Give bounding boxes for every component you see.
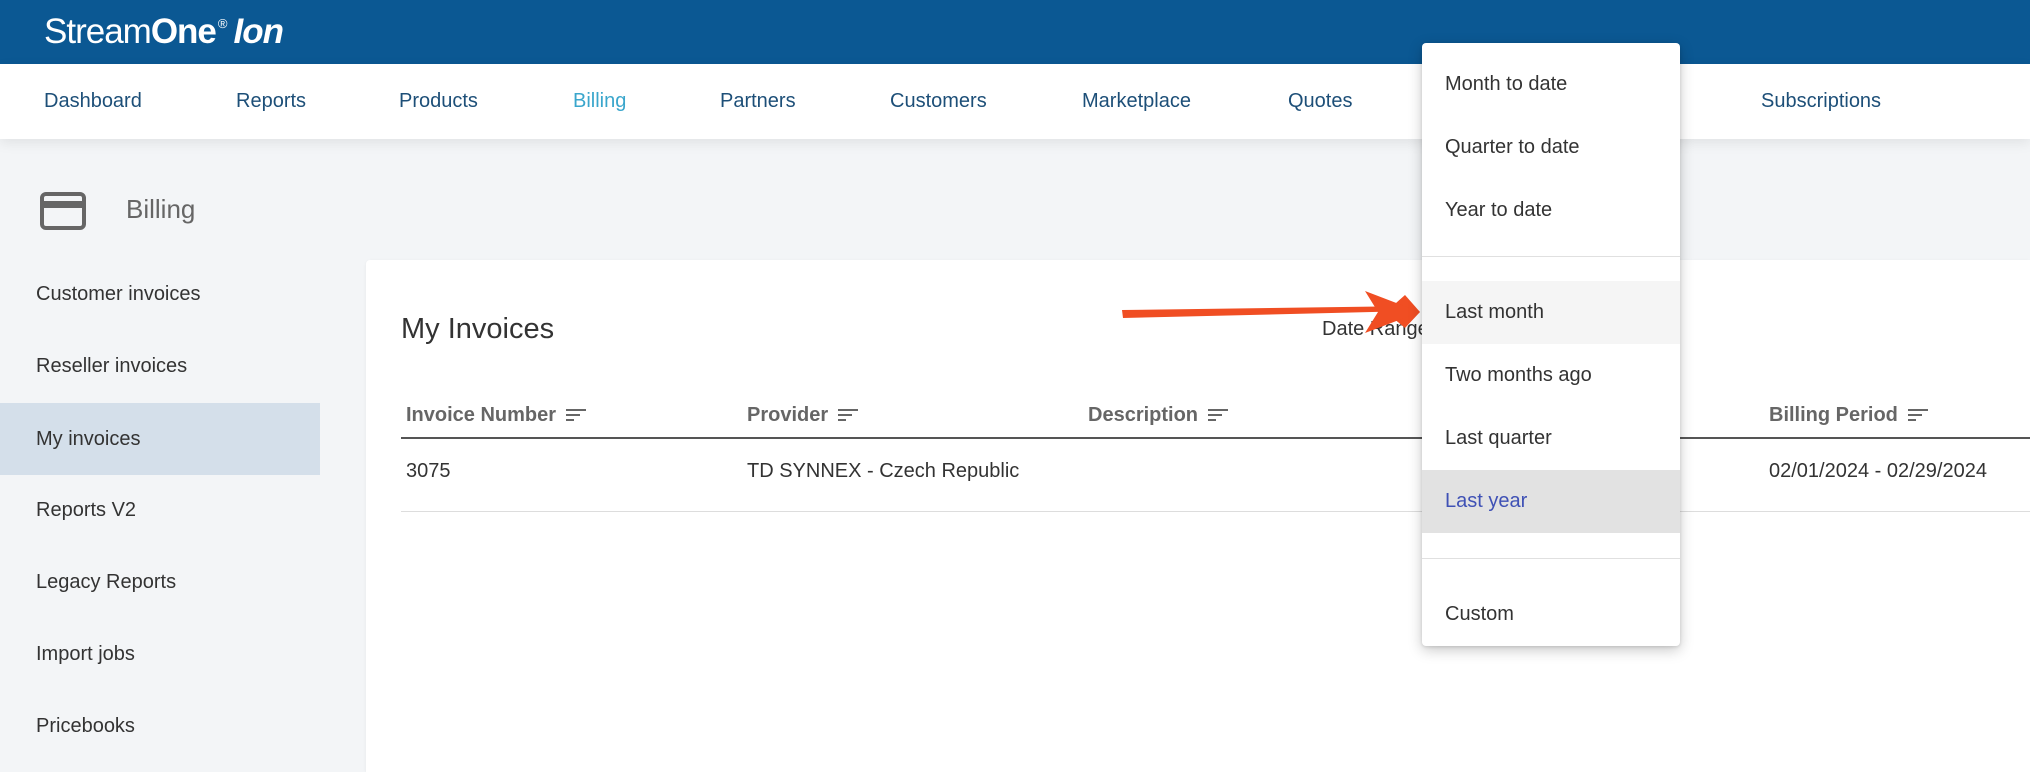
sort-icon[interactable]	[838, 407, 860, 423]
table-header-divider	[401, 437, 2030, 439]
nav-partners[interactable]: Partners	[720, 64, 796, 139]
option-quarter-to-date[interactable]: Quarter to date	[1422, 116, 1680, 179]
sort-icon[interactable]	[1208, 407, 1230, 423]
credit-card-icon	[40, 192, 86, 230]
sidebar-item-customer-invoices[interactable]: Customer invoices	[0, 258, 320, 330]
dropdown-divider	[1422, 256, 1680, 257]
column-header-billing-period[interactable]: Billing Period	[1769, 400, 1930, 430]
nav-dashboard[interactable]: Dashboard	[44, 64, 142, 139]
sidebar-item-reseller-invoices[interactable]: Reseller invoices	[0, 330, 320, 402]
top-bar: Stream One ® Ion	[0, 0, 2030, 64]
nav-billing[interactable]: Billing	[573, 64, 626, 139]
column-header-label: Description	[1088, 403, 1199, 426]
option-last-year[interactable]: Last year	[1422, 470, 1680, 533]
cell-invoice-number[interactable]: 3075	[406, 460, 451, 483]
option-last-quarter[interactable]: Last quarter	[1422, 407, 1680, 470]
column-header-label: Billing Period	[1769, 403, 1898, 426]
sidebar-item-pricebooks[interactable]: Pricebooks	[0, 690, 320, 762]
column-header-label: Provider	[747, 403, 829, 426]
logo-text-stream: Stream	[44, 12, 152, 51]
sidebar-item-import-jobs[interactable]: Import jobs	[0, 618, 320, 690]
column-header-invoice-number[interactable]: Invoice Number	[406, 400, 588, 430]
nav-quotes[interactable]: Quotes	[1288, 64, 1352, 139]
sort-icon[interactable]	[566, 407, 588, 423]
section-title: Billing	[126, 194, 196, 224]
cell-billing-period: 02/01/2024 - 02/29/2024	[1769, 460, 1987, 482]
dropdown-divider	[1422, 558, 1680, 559]
page-title: My Invoices	[401, 313, 555, 345]
logo-registered-mark: ®	[217, 16, 228, 31]
sort-icon[interactable]	[1907, 407, 1930, 423]
section-header: Billing	[40, 190, 195, 232]
annotation-arrow	[1122, 291, 1420, 333]
column-header-provider[interactable]: Provider	[747, 400, 860, 430]
nav-products[interactable]: Products	[399, 64, 478, 139]
option-two-months-ago[interactable]: Two months ago	[1422, 344, 1680, 407]
main-nav: Dashboard Reports Products Billing Partn…	[0, 64, 2030, 139]
logo-text-ion: Ion	[233, 12, 283, 51]
option-year-to-date[interactable]: Year to date	[1422, 179, 1680, 242]
date-range-dropdown: Month to date Quarter to date Year to da…	[1422, 43, 1680, 646]
nav-marketplace[interactable]: Marketplace	[1082, 64, 1191, 139]
option-custom[interactable]: Custom	[1422, 583, 1680, 646]
nav-subscriptions[interactable]: Subscriptions	[1761, 64, 1881, 139]
sidebar-item-my-invoices[interactable]: My invoices	[0, 403, 320, 475]
option-last-month[interactable]: Last month	[1422, 281, 1680, 344]
nav-customers[interactable]: Customers	[890, 64, 987, 139]
option-month-to-date[interactable]: Month to date	[1422, 53, 1680, 116]
table-row-divider	[401, 511, 2030, 512]
sidebar-item-legacy-reports[interactable]: Legacy Reports	[0, 546, 320, 618]
sidebar-item-reports-v2[interactable]: Reports V2	[0, 474, 320, 546]
column-header-label: Invoice Number	[406, 403, 557, 426]
streamone-ion-logo[interactable]: Stream One ® Ion	[44, 12, 284, 52]
cell-provider: TD SYNNEX - Czech Republic	[747, 460, 1020, 482]
column-header-description[interactable]: Description	[1088, 400, 1230, 430]
logo-text-one: One	[150, 12, 217, 51]
nav-reports[interactable]: Reports	[236, 64, 306, 139]
